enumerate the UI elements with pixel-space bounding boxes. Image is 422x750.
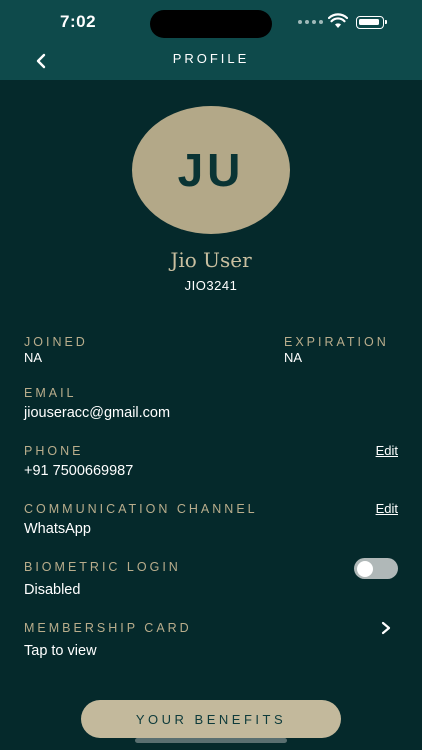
- status-bar: 7:02: [0, 0, 422, 42]
- page-title: PROFILE: [172, 51, 250, 66]
- avatar-initials: JU: [177, 144, 245, 196]
- cellular-signal-icon: [298, 20, 323, 24]
- communication-channel-value: WhatsApp: [24, 521, 91, 537]
- biometric-login-value: Disabled: [24, 582, 81, 598]
- wifi-icon: [328, 13, 348, 28]
- battery-icon: [356, 16, 387, 29]
- toggle-knob: [357, 560, 373, 577]
- membership-card-label: MEMBERSHIP CARD: [24, 621, 192, 635]
- user-id: JIO3241: [184, 278, 238, 293]
- expiration-value: NA: [284, 350, 303, 365]
- email-label: EMAIL: [24, 386, 77, 400]
- nav-bar: PROFILE: [0, 42, 422, 80]
- chevron-right-icon[interactable]: [378, 620, 394, 636]
- phone-value: +91 7500669987: [24, 463, 134, 479]
- phone-label: PHONE: [24, 444, 84, 458]
- membership-card-value[interactable]: Tap to view: [24, 643, 97, 659]
- joined-value: NA: [24, 350, 43, 365]
- status-time: 7:02: [60, 12, 97, 31]
- biometric-login-toggle[interactable]: [354, 558, 398, 579]
- communication-channel-edit-link[interactable]: Edit: [376, 501, 398, 516]
- user-name: Jio User: [170, 248, 252, 272]
- email-value: jiouseracc@gmail.com: [24, 405, 171, 421]
- biometric-login-label: BIOMETRIC LOGIN: [24, 560, 181, 574]
- your-benefits-button[interactable]: YOUR BENEFITS: [81, 700, 341, 738]
- avatar: JU: [132, 106, 290, 234]
- dynamic-island: [150, 10, 272, 38]
- joined-label: JOINED: [24, 335, 88, 349]
- expiration-label: EXPIRATION: [284, 335, 389, 349]
- home-indicator: [135, 738, 287, 743]
- phone-edit-link[interactable]: Edit: [376, 443, 398, 458]
- communication-channel-label: COMMUNICATION CHANNEL: [24, 502, 258, 516]
